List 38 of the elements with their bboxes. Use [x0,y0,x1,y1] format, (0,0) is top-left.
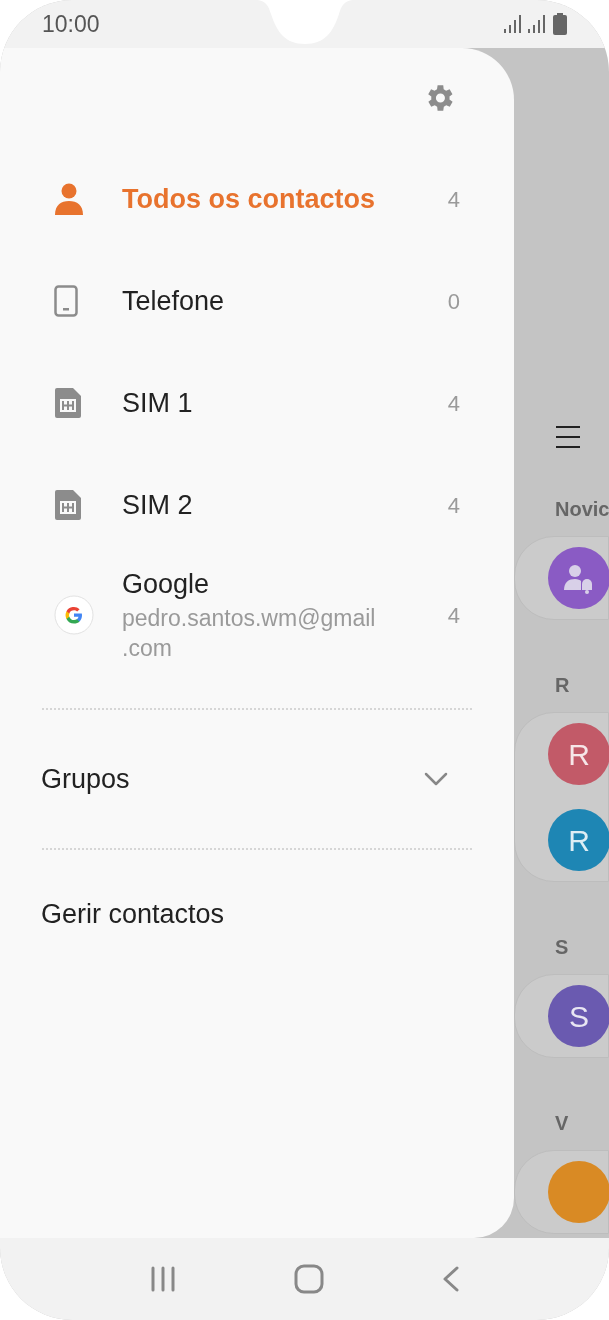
account-label: SIM 2 [122,489,194,522]
chevron-icon [424,772,448,786]
contact-count: 4 [447,389,460,418]
sim-card-icon [54,387,82,419]
contact-avatar[interactable]: S [548,985,609,1047]
account-label: SIM 1 [122,387,194,420]
avatar-initial: R [568,822,590,859]
phone-icon [54,285,78,317]
section-header: V [555,1111,569,1136]
account-filter-item[interactable]: Telefone 0 [0,250,514,352]
contact-count: 0 [447,287,460,316]
signal-icon [527,14,547,34]
avatar-initial: S [569,998,589,1035]
home-icon[interactable] [293,1264,324,1294]
account-label: Google [122,568,211,601]
section-header: Novic [555,497,609,522]
account-label: Todos os contactos [122,183,377,216]
manage-contacts-item[interactable]: Gerir contactos [41,893,225,935]
person-icon [54,183,84,215]
contact-count: 4 [447,491,460,520]
section-header: S [555,935,569,960]
account-email: pedro.santos.wm@gmail .com [122,604,377,663]
account-label: Telefone [122,285,226,318]
status-time: 10:00 [42,9,100,39]
battery-icon [553,13,567,35]
groups-row[interactable]: Grupos [0,710,514,848]
contact-avatar[interactable]: R [548,723,609,785]
menu-icon[interactable] [555,424,581,450]
account-filter-item[interactable]: SIM 1 4 [0,352,514,454]
google-logo-icon [54,595,94,635]
sim-card-icon [54,489,82,521]
person-bell-icon [563,562,595,594]
contact-count: 4 [447,601,460,630]
avatar-initial: R [568,736,590,773]
groups-label: Grupos [41,762,131,796]
signal-icon [503,14,523,34]
contact-count: 4 [447,185,460,214]
section-header: R [555,673,570,698]
